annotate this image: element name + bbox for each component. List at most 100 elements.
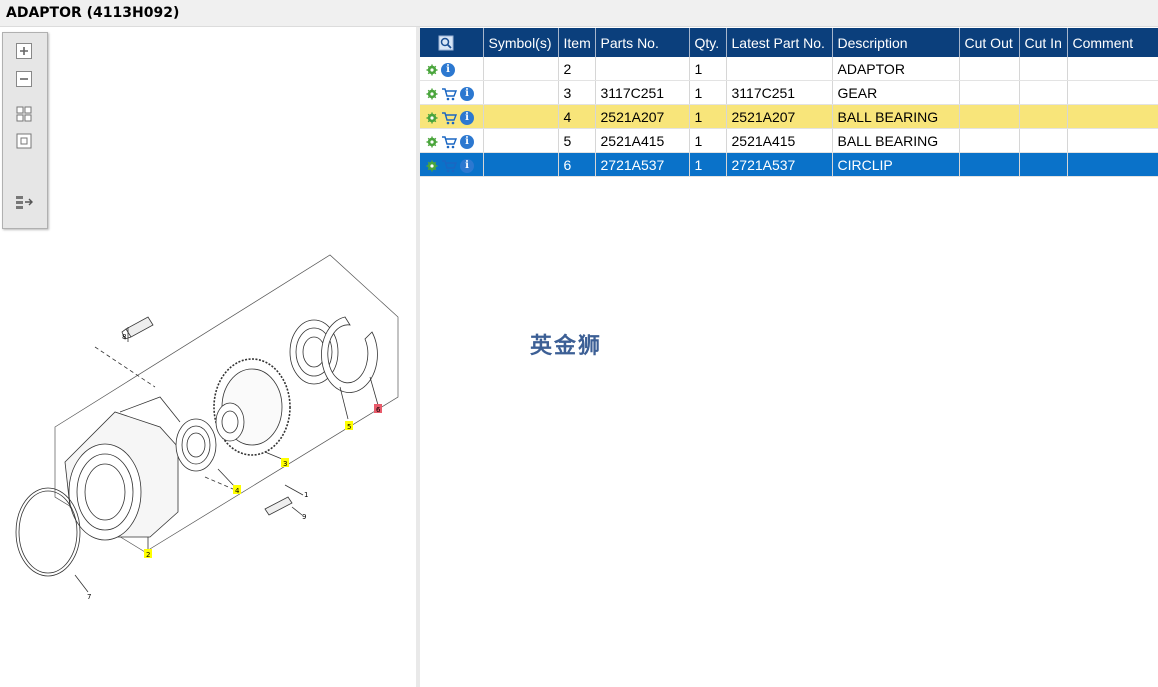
cell-latest-part-no: 2521A415 <box>726 128 833 153</box>
cell-latest-part-no: 3117C251 <box>726 80 833 105</box>
watermark: 英金狮 <box>530 334 603 359</box>
cell-description: BALL BEARING <box>832 104 960 129</box>
parts-table-panel: Symbol(s) Item Parts No. Qty. Latest Par… <box>420 28 1158 177</box>
table-row[interactable]: i 2 1 ADAPTOR <box>420 57 1158 81</box>
cell-cut-in <box>1019 152 1068 177</box>
callout-8: 8 <box>122 333 126 341</box>
cell-comment <box>1067 104 1158 129</box>
row-actions: i <box>420 104 484 129</box>
callout-9: 9 <box>302 513 306 521</box>
row-actions: i <box>420 80 484 105</box>
cell-symbols <box>483 128 559 153</box>
column-qty[interactable]: Qty. <box>689 28 727 57</box>
column-item[interactable]: Item <box>558 28 596 57</box>
layout-button[interactable] <box>15 193 33 211</box>
cell-cut-out <box>959 57 1020 81</box>
cart-icon[interactable] <box>441 135 457 149</box>
cell-cut-in <box>1019 128 1068 153</box>
fit-view-button[interactable] <box>15 105 33 123</box>
zoom-out-button[interactable] <box>15 70 33 88</box>
info-icon[interactable]: i <box>460 134 474 149</box>
cell-symbols <box>483 80 559 105</box>
cell-description: ADAPTOR <box>832 57 960 81</box>
cell-description: BALL BEARING <box>832 128 960 153</box>
column-parts-no[interactable]: Parts No. <box>595 28 690 57</box>
cell-item: 2 <box>558 57 596 81</box>
gear-icon[interactable] <box>426 160 438 172</box>
gear-icon[interactable] <box>426 112 438 124</box>
cell-cut-out <box>959 152 1020 177</box>
callout-6: 6 <box>376 406 381 414</box>
cell-symbols <box>483 104 559 129</box>
table-row[interactable]: i 4 2521A207 1 2521A207 BALL BEARING <box>420 104 1158 129</box>
cell-symbols <box>483 57 559 81</box>
zoom-in-button[interactable] <box>15 42 33 60</box>
cell-parts-no: 2521A415 <box>595 128 690 153</box>
cell-item: 6 <box>558 152 596 177</box>
callout-4: 4 <box>235 487 240 495</box>
callout-2: 2 <box>146 551 150 559</box>
grid-icon <box>16 106 32 122</box>
cart-icon[interactable] <box>441 111 457 125</box>
cell-item: 4 <box>558 104 596 129</box>
square-icon <box>16 133 32 149</box>
table-row[interactable]: i 6 2721A537 1 2721A537 CIRCLIP <box>420 152 1158 177</box>
cell-latest-part-no <box>726 57 833 81</box>
actual-size-button[interactable] <box>15 132 33 150</box>
gear-icon[interactable] <box>426 136 438 148</box>
exploded-parts-diagram: 8 5 6 3 4 1 9 2 7 <box>15 254 399 601</box>
cell-parts-no: 2521A207 <box>595 104 690 129</box>
plus-icon <box>16 43 32 59</box>
column-comment[interactable]: Comment <box>1067 28 1158 57</box>
cart-icon[interactable] <box>441 87 457 101</box>
column-cut-in[interactable]: Cut In <box>1019 28 1068 57</box>
cell-comment <box>1067 57 1158 81</box>
cell-item: 5 <box>558 128 596 153</box>
cell-cut-in <box>1019 80 1068 105</box>
parts-table: Symbol(s) Item Parts No. Qty. Latest Par… <box>420 28 1158 177</box>
cell-cut-out <box>959 80 1020 105</box>
cell-symbols <box>483 152 559 177</box>
cell-comment <box>1067 152 1158 177</box>
column-symbols[interactable]: Symbol(s) <box>483 28 559 57</box>
cell-description: GEAR <box>832 80 960 105</box>
gear-icon[interactable] <box>426 64 438 76</box>
cell-qty: 1 <box>689 80 727 105</box>
cell-latest-part-no: 2721A537 <box>726 152 833 177</box>
callout-1: 1 <box>304 491 308 499</box>
cell-parts-no: 2721A537 <box>595 152 690 177</box>
row-actions: i <box>420 152 484 177</box>
info-icon[interactable]: i <box>460 110 474 125</box>
row-actions: i <box>420 57 484 81</box>
info-icon[interactable]: i <box>460 158 474 173</box>
view-toolbar <box>2 32 48 229</box>
cell-item: 3 <box>558 80 596 105</box>
column-search[interactable] <box>420 28 484 57</box>
column-latest-part-no[interactable]: Latest Part No. <box>726 28 833 57</box>
cell-comment <box>1067 128 1158 153</box>
gear-icon[interactable] <box>426 88 438 100</box>
cell-qty: 1 <box>689 152 727 177</box>
cell-parts-no: 3117C251 <box>595 80 690 105</box>
table-header-row: Symbol(s) Item Parts No. Qty. Latest Par… <box>420 28 1158 57</box>
minus-icon <box>16 71 32 87</box>
cell-cut-in <box>1019 57 1068 81</box>
split-arrow-icon <box>16 196 33 209</box>
cell-latest-part-no: 2521A207 <box>726 104 833 129</box>
row-actions: i <box>420 128 484 153</box>
window-title: ADAPTOR (4113H092) <box>6 5 180 21</box>
cart-icon[interactable] <box>441 159 457 173</box>
column-description[interactable]: Description <box>832 28 960 57</box>
search-icon[interactable] <box>438 35 454 51</box>
info-icon[interactable]: i <box>460 86 474 101</box>
cell-cut-out <box>959 128 1020 153</box>
cell-cut-in <box>1019 104 1068 129</box>
table-row[interactable]: i 3 3117C251 1 3117C251 GEAR <box>420 80 1158 105</box>
cell-description: CIRCLIP <box>832 152 960 177</box>
column-cut-out[interactable]: Cut Out <box>959 28 1020 57</box>
cell-qty: 1 <box>689 57 727 81</box>
callout-5: 5 <box>347 423 351 431</box>
diagram-panel: 8 5 6 3 4 1 9 2 7 <box>0 27 416 687</box>
table-row[interactable]: i 5 2521A415 1 2521A415 BALL BEARING <box>420 128 1158 153</box>
info-icon[interactable]: i <box>441 62 455 77</box>
